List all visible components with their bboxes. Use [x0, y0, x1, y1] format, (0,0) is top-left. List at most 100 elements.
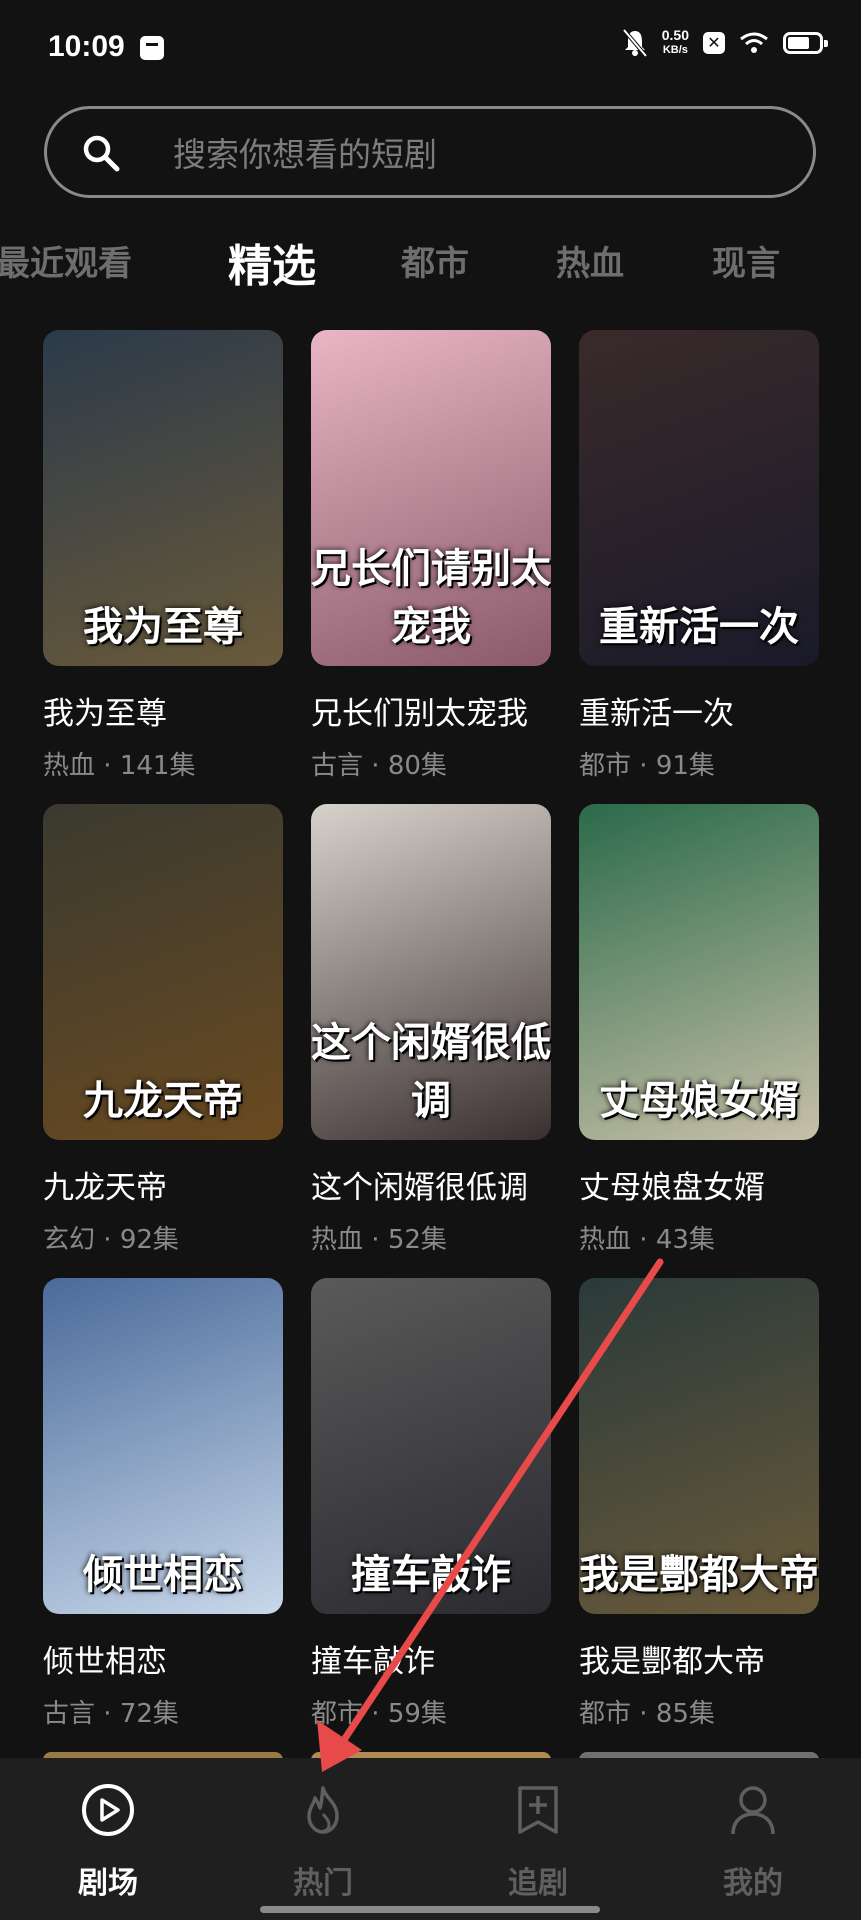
meta-separator: ·	[95, 1225, 120, 1255]
search-input[interactable]	[171, 131, 775, 177]
poster-title: 丈母娘女婿	[599, 1078, 799, 1124]
drama-poster[interactable]: 撞车敲诈	[311, 1278, 551, 1614]
poster-title: 倾世相恋	[83, 1552, 243, 1598]
drama-title[interactable]: 丈母娘盘女婿	[579, 1162, 819, 1207]
drama-episodes: 91集	[655, 751, 715, 781]
drama-meta: 玄幻 · 92集	[43, 1219, 283, 1256]
drama-card[interactable]: 兄长们请别太宠我 兄长们别太宠我 古言 · 80集	[311, 330, 551, 782]
nav-label: 追剧	[508, 1866, 568, 1901]
drama-card[interactable]: 九龙天帝 九龙天帝 玄幻 · 92集	[43, 804, 283, 1256]
battery-icon	[783, 32, 828, 54]
drama-card[interactable]: 丈母娘女婿 丈母娘盘女婿 热血 · 43集	[579, 804, 819, 1256]
nav-label: 热门	[293, 1866, 353, 1901]
meta-separator: ·	[631, 1699, 656, 1729]
drama-poster[interactable]: 重新活一次	[579, 330, 819, 666]
nav-hot[interactable]: 热门	[237, 1758, 409, 1920]
close-box-icon: ✕	[703, 32, 725, 54]
search-icon	[83, 135, 120, 172]
drama-card[interactable]: 这个闲婿很低调 这个闲婿很低调 热血 · 52集	[311, 804, 551, 1256]
drama-meta: 都市 · 85集	[579, 1693, 819, 1730]
drama-episodes: 43集	[655, 1225, 715, 1255]
tab-hot-blood[interactable]: 热血	[556, 236, 624, 285]
drama-title[interactable]: 我为至尊	[43, 688, 283, 733]
bell-muted-icon	[622, 28, 648, 58]
nav-label: 剧场	[78, 1866, 138, 1901]
tab-urban[interactable]: 都市	[401, 236, 469, 285]
drama-episodes: 72集	[119, 1699, 179, 1729]
drama-title[interactable]: 九龙天帝	[43, 1162, 283, 1207]
drama-genre: 都市	[579, 1699, 632, 1729]
drama-genre: 都市	[311, 1699, 364, 1729]
meta-separator: ·	[363, 751, 388, 781]
drama-episodes: 85集	[655, 1699, 715, 1729]
speed-value: 0.50	[661, 27, 689, 43]
category-tabs: 最近观看 精选 都市 热血 现言	[0, 236, 861, 296]
bookmark-add-icon	[518, 1786, 558, 1834]
notification-app-icon	[140, 36, 164, 60]
drama-genre: 都市	[579, 751, 632, 781]
drama-meta: 热血 · 43集	[579, 1219, 819, 1256]
drama-genre: 古言	[43, 1699, 96, 1729]
drama-title[interactable]: 重新活一次	[579, 688, 819, 733]
drama-genre: 古言	[311, 751, 364, 781]
drama-episodes: 92集	[119, 1225, 179, 1255]
drama-poster[interactable]: 我为至尊	[43, 330, 283, 666]
drama-episodes: 141集	[119, 751, 196, 781]
drama-genre: 热血	[311, 1225, 364, 1255]
tab-featured[interactable]: 精选	[228, 230, 316, 294]
meta-separator: ·	[95, 751, 120, 781]
drama-card[interactable]: 重新活一次 重新活一次 都市 · 91集	[579, 330, 819, 782]
drama-title[interactable]: 我是酆都大帝	[579, 1636, 819, 1681]
tab-modern-romance[interactable]: 现言	[712, 236, 780, 285]
status-bar: 10:09 0.50 KB/s ✕	[0, 0, 861, 100]
drama-card[interactable]: 撞车敲诈 撞车敲诈 都市 · 59集	[311, 1278, 551, 1730]
drama-poster[interactable]: 我是酆都大帝	[579, 1278, 819, 1614]
drama-meta: 都市 · 59集	[311, 1693, 551, 1730]
meta-separator: ·	[95, 1699, 120, 1729]
user-icon	[731, 1786, 775, 1835]
network-speed: 0.50 KB/s	[662, 28, 689, 58]
drama-genre: 热血	[43, 751, 96, 781]
flame-icon	[307, 1786, 339, 1834]
wifi-icon	[740, 32, 768, 53]
poster-title: 这个闲婿很低调	[311, 1020, 551, 1124]
home-indicator[interactable]	[260, 1906, 600, 1913]
drama-meta: 热血 · 52集	[311, 1219, 551, 1256]
drama-title[interactable]: 这个闲婿很低调	[311, 1162, 551, 1207]
speed-unit: KB/s	[662, 44, 688, 56]
nav-mine[interactable]: 我的	[667, 1758, 839, 1920]
drama-meta: 古言 · 80集	[311, 745, 551, 782]
drama-title[interactable]: 倾世相恋	[43, 1636, 283, 1681]
drama-poster[interactable]: 兄长们请别太宠我	[311, 330, 551, 666]
status-icons: 0.50 KB/s ✕	[622, 28, 828, 58]
meta-separator: ·	[631, 751, 656, 781]
drama-title[interactable]: 撞车敲诈	[311, 1636, 551, 1681]
drama-poster[interactable]: 丈母娘女婿	[579, 804, 819, 1140]
drama-meta: 热血 · 141集	[43, 745, 283, 782]
poster-title: 我是酆都大帝	[579, 1552, 819, 1598]
nav-following[interactable]: 追剧	[452, 1758, 624, 1920]
nav-theater[interactable]: 剧场	[22, 1758, 194, 1920]
drama-card[interactable]: 我是酆都大帝 我是酆都大帝 都市 · 85集	[579, 1278, 819, 1730]
poster-title: 撞车敲诈	[351, 1552, 511, 1598]
nav-label: 我的	[723, 1866, 783, 1901]
drama-title[interactable]: 兄长们别太宠我	[311, 688, 551, 733]
drama-meta: 都市 · 91集	[579, 745, 819, 782]
drama-poster[interactable]: 倾世相恋	[43, 1278, 283, 1614]
drama-episodes: 52集	[387, 1225, 447, 1255]
status-time: 10:09	[48, 30, 125, 63]
drama-genre: 热血	[579, 1225, 632, 1255]
bottom-nav: 剧场 热门 追剧 我的	[0, 1758, 861, 1920]
drama-episodes: 59集	[387, 1699, 447, 1729]
search-bar[interactable]	[44, 106, 816, 198]
meta-separator: ·	[363, 1225, 388, 1255]
poster-title: 重新活一次	[599, 604, 799, 650]
drama-card[interactable]: 我为至尊 我为至尊 热血 · 141集	[43, 330, 283, 782]
drama-card[interactable]: 倾世相恋 倾世相恋 古言 · 72集	[43, 1278, 283, 1730]
tab-recent[interactable]: 最近观看	[0, 236, 132, 285]
drama-poster[interactable]: 这个闲婿很低调	[311, 804, 551, 1140]
poster-title: 我为至尊	[83, 604, 243, 650]
drama-poster[interactable]: 九龙天帝	[43, 804, 283, 1140]
meta-separator: ·	[631, 1225, 656, 1255]
drama-genre: 玄幻	[43, 1225, 96, 1255]
